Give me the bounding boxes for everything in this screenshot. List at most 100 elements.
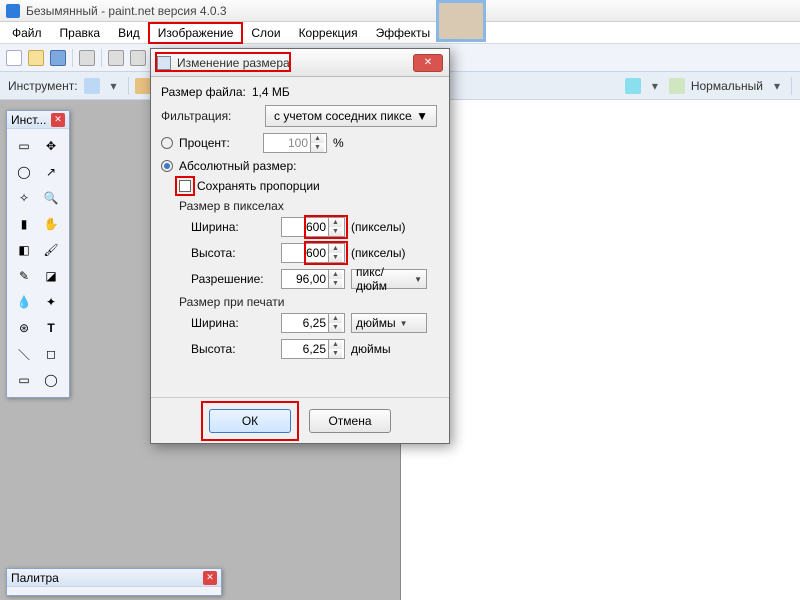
dialog-title-text: Изменение размера <box>177 56 413 70</box>
palette-close-icon[interactable]: ✕ <box>203 571 217 585</box>
separator <box>101 49 102 67</box>
tool-gradient[interactable]: ◧ <box>13 239 35 261</box>
separator <box>72 49 73 67</box>
percent-radio[interactable] <box>161 137 173 149</box>
filesize-label: Размер файла: <box>161 85 246 99</box>
menu-view[interactable]: Вид <box>110 24 148 42</box>
filesize-value: 1,4 МБ <box>252 85 290 99</box>
keep-ratio-checkbox[interactable] <box>179 180 191 192</box>
chevron-down-icon: ▼ <box>414 275 422 284</box>
current-tool-icon[interactable] <box>84 78 100 94</box>
toolbox-close-icon[interactable]: ✕ <box>51 113 65 127</box>
curve-dropdown[interactable]: ▾ <box>647 79 663 93</box>
save-icon[interactable] <box>50 50 66 66</box>
app-icon <box>6 4 20 18</box>
width-label: Ширина: <box>191 220 275 234</box>
tool-shapes[interactable]: ◻ <box>40 343 62 365</box>
dialog-titlebar[interactable]: Изменение размера ✕ <box>151 49 449 77</box>
menu-effects[interactable]: Эффекты <box>368 24 439 42</box>
filter-label: Фильтрация: <box>161 109 259 123</box>
percent-spinner: ▲▼ <box>263 133 327 153</box>
resize-dialog: Изменение размера ✕ Размер файла: 1,4 МБ… <box>150 48 450 444</box>
width-spinner[interactable]: ▲▼ <box>281 217 345 237</box>
palette-window[interactable]: Палитра ✕ <box>6 568 222 596</box>
tool-hand[interactable]: ✋ <box>40 213 62 235</box>
width-unit: (пикселы) <box>351 220 405 234</box>
tool-pencil[interactable]: ✎ <box>13 265 35 287</box>
tool-brush[interactable]: 🖌 <box>40 239 62 261</box>
shape-icon[interactable] <box>135 78 151 94</box>
tool-label: Инструмент: <box>8 79 78 93</box>
print-unit: дюймы <box>356 316 396 330</box>
height-input[interactable] <box>282 245 328 261</box>
tool-recolor[interactable]: ✦ <box>40 291 62 313</box>
tool-clone[interactable]: ⊛ <box>13 317 35 339</box>
cut-icon[interactable] <box>108 50 124 66</box>
dialog-close-button[interactable]: ✕ <box>413 54 443 72</box>
ok-button[interactable]: ОК <box>209 409 291 433</box>
new-icon[interactable] <box>6 50 22 66</box>
open-icon[interactable] <box>28 50 44 66</box>
tool-bucket[interactable]: ▮ <box>13 213 35 235</box>
tool-picker[interactable]: 💧 <box>13 291 35 313</box>
tool-magic-wand[interactable]: ✧ <box>13 187 35 209</box>
tool-move[interactable]: ✥ <box>40 135 62 157</box>
print-height-input[interactable] <box>282 341 328 357</box>
print-height-spinner[interactable]: ▲▼ <box>281 339 345 359</box>
menu-adjustments[interactable]: Коррекция <box>291 24 366 42</box>
resolution-spinner[interactable]: ▲▼ <box>281 269 345 289</box>
tool-dropdown[interactable]: ▾ <box>106 79 122 93</box>
tool-eraser[interactable]: ◪ <box>40 265 62 287</box>
blend-dropdown[interactable]: ▾ <box>769 79 785 93</box>
print-width-input[interactable] <box>282 315 328 331</box>
separator <box>128 77 129 95</box>
menu-file[interactable]: Файл <box>4 24 50 42</box>
filter-dropdown[interactable]: с учетом соседних пикселов ▼ <box>265 105 437 127</box>
print-unit-combo[interactable]: дюймы ▼ <box>351 313 427 333</box>
tool-move-selection[interactable]: ↗ <box>40 161 62 183</box>
percent-input <box>264 135 310 151</box>
chevron-down-icon: ▼ <box>416 109 428 123</box>
print-group-label: Размер при печати <box>179 295 439 309</box>
percent-unit: % <box>333 136 344 150</box>
menu-image[interactable]: Изображение <box>148 22 244 44</box>
print-width-label: Ширина: <box>191 316 275 330</box>
dialog-icon <box>157 56 171 70</box>
resolution-label: Разрешение: <box>191 272 275 286</box>
window-title: Безымянный - paint.net версия 4.0.3 <box>26 4 227 18</box>
print-height-label: Высота: <box>191 342 275 356</box>
tool-rect[interactable]: ▭ <box>13 369 35 391</box>
tool-lasso[interactable]: ◯ <box>13 161 35 183</box>
print-icon[interactable] <box>79 50 95 66</box>
separator <box>791 77 792 95</box>
bucket-icon[interactable] <box>669 78 685 94</box>
copy-icon[interactable] <box>130 50 146 66</box>
filter-value: с учетом соседних пикселов <box>274 109 412 123</box>
resolution-input[interactable] <box>282 271 328 287</box>
height-spinner[interactable]: ▲▼ <box>281 243 345 263</box>
width-input[interactable] <box>282 219 328 235</box>
tool-ellipse[interactable]: ◯ <box>40 369 62 391</box>
toolbox-title: Инст... <box>11 113 46 127</box>
absolute-radio[interactable] <box>161 160 173 172</box>
canvas[interactable] <box>400 100 800 600</box>
document-thumbnail[interactable] <box>436 0 486 42</box>
print-height-unit: дюймы <box>351 342 391 356</box>
print-width-spinner[interactable]: ▲▼ <box>281 313 345 333</box>
palette-title: Палитра <box>11 571 59 585</box>
toolbox-window[interactable]: Инст... ✕ ▭ ✥ ◯ ↗ ✧ 🔍 ▮ ✋ ◧ 🖌 ✎ ◪ 💧 ✦ ⊛ … <box>6 110 70 398</box>
window-titlebar: Безымянный - paint.net версия 4.0.3 <box>0 0 800 22</box>
menu-edit[interactable]: Правка <box>52 24 109 42</box>
chevron-down-icon: ▼ <box>400 319 408 328</box>
tool-text[interactable]: T <box>40 317 62 339</box>
curve-icon[interactable] <box>625 78 641 94</box>
tool-rect-select[interactable]: ▭ <box>13 135 35 157</box>
tool-zoom[interactable]: 🔍 <box>40 187 62 209</box>
tool-line[interactable]: ＼ <box>13 343 35 365</box>
keep-ratio-label: Сохранять пропорции <box>197 179 320 193</box>
resolution-unit-combo[interactable]: пикс/дюйм ▼ <box>351 269 427 289</box>
menu-layers[interactable]: Слои <box>243 24 288 42</box>
pixel-group-label: Размер в пикселах <box>179 199 439 213</box>
cancel-button[interactable]: Отмена <box>309 409 391 433</box>
blend-mode[interactable]: Нормальный <box>691 79 763 93</box>
